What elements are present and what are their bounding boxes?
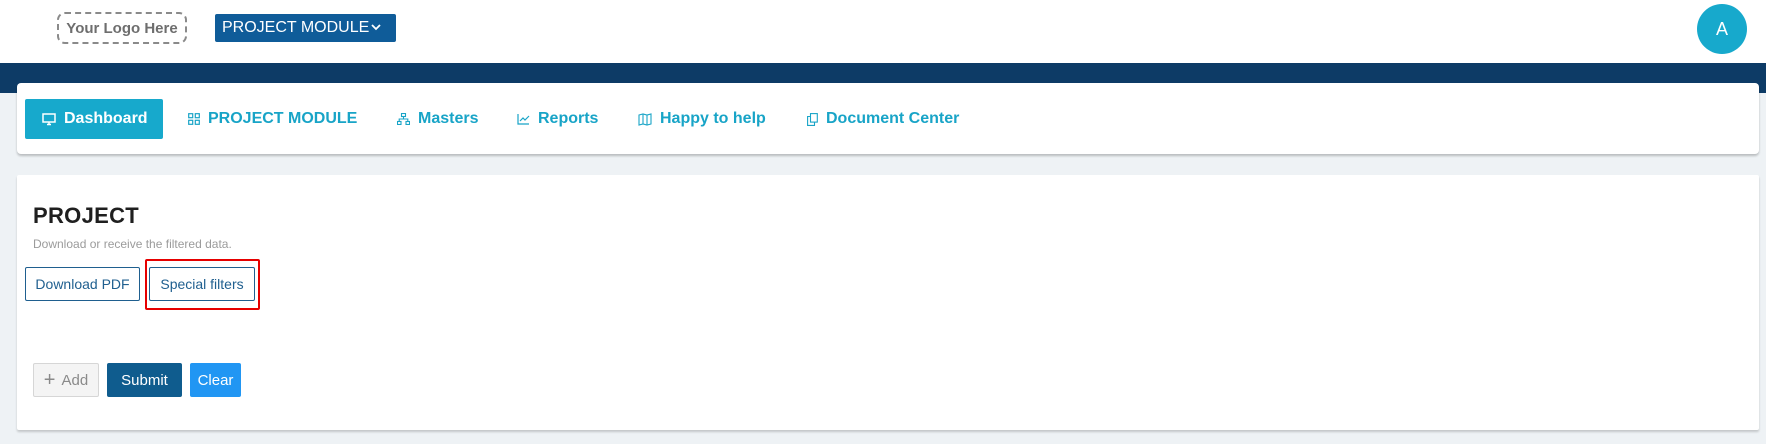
logo-text: Your Logo Here [66, 19, 178, 37]
nav-item-document-center[interactable]: Document Center [807, 99, 959, 139]
map-icon [638, 112, 652, 126]
module-select-value: PROJECT MODULE [222, 19, 370, 36]
avatar-initial: A [1715, 18, 1728, 39]
nav-label: Document Center [826, 110, 960, 127]
plus-icon: + [43, 369, 56, 391]
nav-label: Reports [538, 110, 599, 127]
line-chart-icon [517, 114, 530, 125]
copy-icon [807, 112, 818, 126]
nav-item-masters[interactable]: Masters [397, 99, 478, 139]
clear-button[interactable]: Clear [190, 363, 241, 397]
nav-item-reports[interactable]: Reports [517, 99, 598, 139]
special-filters-button[interactable]: Special filters [149, 267, 255, 301]
download-pdf-button[interactable]: Download PDF [25, 267, 140, 301]
nav-label: Happy to help [660, 110, 766, 127]
module-select-dropdown[interactable]: PROJECT MODULE [215, 14, 396, 42]
chevron-down-icon [371, 24, 381, 31]
user-avatar[interactable]: A [1697, 4, 1747, 54]
nav-item-project-module[interactable]: PROJECT MODULE [188, 99, 357, 139]
button-label: Clear [197, 371, 234, 389]
page-subtitle: Download or receive the filtered data. [33, 237, 232, 251]
project-panel: PROJECT Download or receive the filtered… [17, 175, 1759, 430]
sitemap-icon [397, 113, 410, 125]
nav-item-happy-to-help[interactable]: Happy to help [638, 99, 766, 139]
button-label: Special filters [160, 276, 244, 292]
nav-label: PROJECT MODULE [208, 110, 358, 127]
main-nav: Dashboard PROJECT MODULE Masters Reports [17, 83, 1759, 154]
nav-label: Dashboard [64, 110, 148, 127]
top-header: Your Logo Here PROJECT MODULE A [0, 0, 1766, 63]
button-label: Submit [121, 371, 168, 389]
submit-button[interactable]: Submit [107, 363, 182, 397]
button-label: Add [61, 371, 89, 389]
button-label: Download PDF [35, 276, 130, 292]
nav-label: Masters [418, 110, 479, 127]
nav-item-dashboard[interactable]: Dashboard [25, 99, 163, 139]
grid-icon [188, 113, 200, 125]
add-button[interactable]: + Add [33, 363, 99, 397]
page-title: PROJECT [33, 203, 140, 228]
monitor-icon [42, 113, 56, 126]
logo-placeholder: Your Logo Here [57, 12, 187, 44]
